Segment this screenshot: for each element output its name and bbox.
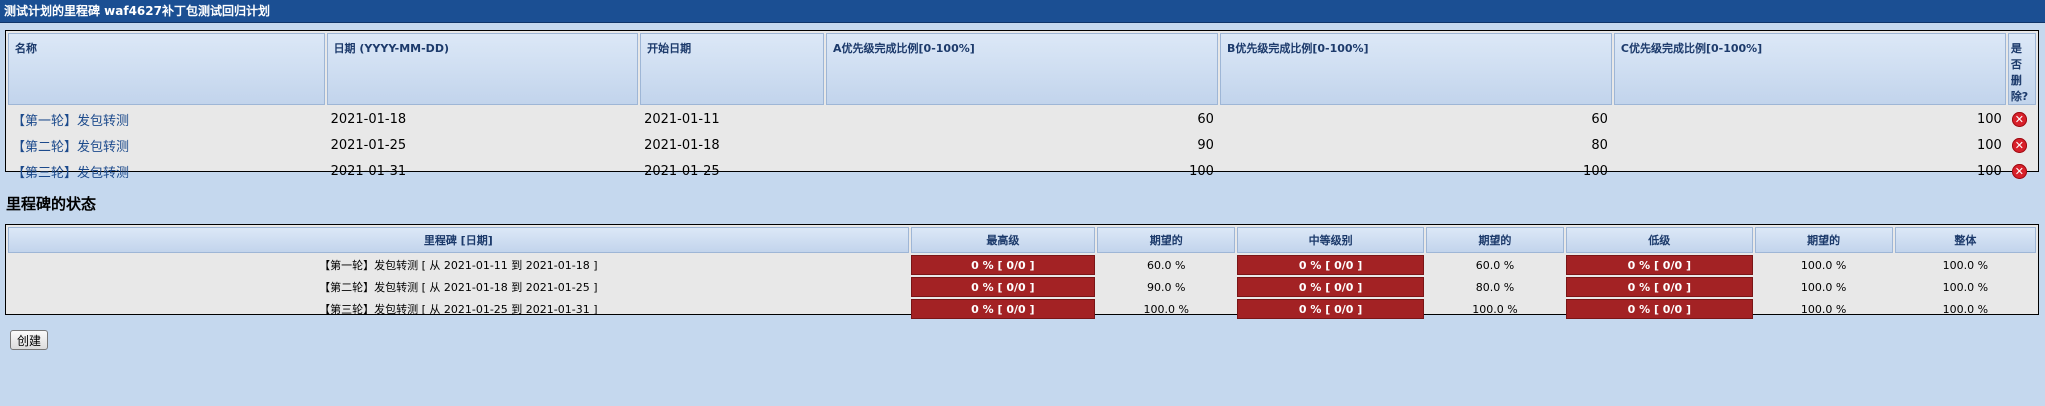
milestone-status-title: 里程碑的状态 bbox=[6, 195, 97, 213]
status-overall: 100.0 % bbox=[1942, 280, 1989, 294]
b-priority-value: 80 bbox=[1591, 137, 1608, 153]
status-highest-value: 0 % [ 0/0 ] bbox=[910, 299, 1096, 319]
status-low-value: 0 % [ 0/0 ] bbox=[1566, 255, 1753, 275]
status-low-value: 0 % [ 0/0 ] bbox=[1566, 299, 1753, 319]
milestone-link[interactable]: 【第一轮】发包转测 bbox=[12, 114, 129, 129]
status-low-value: 0 % [ 0/0 ] bbox=[1566, 277, 1753, 297]
col-medium-expected-header: 期望的 bbox=[1425, 227, 1565, 253]
col-start-date-header[interactable]: 开始日期 bbox=[640, 33, 824, 105]
status-milestone-label: 【第二轮】发包转测 [ 从 2021-01-18 到 2021-01-25 ] bbox=[319, 281, 598, 294]
col-overall-header: 整体 bbox=[1894, 227, 2036, 253]
milestone-date: 2021-01-18 bbox=[330, 111, 407, 127]
status-low-expected: 100.0 % bbox=[1800, 302, 1847, 316]
b-priority-value: 60 bbox=[1591, 111, 1608, 127]
col-highest-expected-header: 期望的 bbox=[1097, 227, 1236, 253]
delete-icon[interactable]: ✕ bbox=[2011, 111, 2027, 127]
c-priority-value: 100 bbox=[1976, 163, 2002, 179]
table-row: 【第一轮】发包转测 2021-01-18 2021-01-11 60 60 10… bbox=[8, 107, 2036, 131]
status-highest-expected: 100.0 % bbox=[1143, 302, 1189, 316]
create-button[interactable]: 创建 bbox=[10, 330, 49, 350]
status-milestone-label: 【第一轮】发包转测 [ 从 2021-01-11 到 2021-01-18 ] bbox=[319, 259, 598, 272]
col-medium-header: 中等级别 bbox=[1237, 227, 1424, 253]
milestone-date: 2021-01-31 bbox=[330, 163, 407, 179]
milestone-link[interactable]: 【第三轮】发包转测 bbox=[12, 166, 129, 181]
status-low-expected: 100.0 % bbox=[1800, 258, 1847, 272]
col-c-priority-header[interactable]: C优先级完成比例[0-100%] bbox=[1613, 33, 2006, 105]
milestone-start-date: 2021-01-11 bbox=[644, 111, 720, 127]
milestone-link[interactable]: 【第二轮】发包转测 bbox=[12, 140, 129, 155]
status-medium-value: 0 % [ 0/0 ] bbox=[1237, 299, 1424, 319]
milestones-table-container: 名称 日期 (YYYY-MM-DD) 开始日期 A优先级完成比例[0-100%]… bbox=[5, 30, 2039, 181]
col-name-header[interactable]: 名称 bbox=[8, 33, 325, 105]
table-row: 【第三轮】发包转测 [ 从 2021-01-25 到 2021-01-31 ] … bbox=[8, 299, 2036, 319]
status-overall: 100.0 % bbox=[1942, 258, 1989, 272]
table-row: 【第一轮】发包转测 [ 从 2021-01-11 到 2021-01-18 ] … bbox=[8, 255, 2036, 275]
status-highest-value: 0 % [ 0/0 ] bbox=[910, 255, 1096, 275]
col-b-priority-header[interactable]: B优先级完成比例[0-100%] bbox=[1219, 33, 1612, 105]
milestone-start-date: 2021-01-25 bbox=[644, 163, 720, 179]
table-row: 【第二轮】发包转测 2021-01-25 2021-01-18 90 80 10… bbox=[8, 133, 2036, 157]
a-priority-value: 60 bbox=[1197, 111, 1214, 127]
delete-icon[interactable]: ✕ bbox=[2011, 163, 2027, 179]
milestone-date: 2021-01-25 bbox=[330, 137, 407, 153]
status-header-row: 里程碑 [日期] 最高级 期望的 中等级别 期望的 低级 期望的 整体 bbox=[8, 227, 2036, 253]
milestone-start-date: 2021-01-18 bbox=[644, 137, 720, 153]
status-medium-expected: 60.0 % bbox=[1475, 258, 1515, 272]
table-row: 【第三轮】发包转测 2021-01-31 2021-01-25 100 100 … bbox=[8, 159, 2036, 183]
a-priority-value: 100 bbox=[1189, 163, 1214, 179]
status-milestone-label: 【第三轮】发包转测 [ 从 2021-01-25 到 2021-01-31 ] bbox=[319, 303, 598, 316]
col-low-expected-header: 期望的 bbox=[1754, 227, 1893, 253]
col-milestone-header: 里程碑 [日期] bbox=[8, 227, 909, 253]
status-medium-value: 0 % [ 0/0 ] bbox=[1237, 277, 1424, 297]
col-a-priority-header[interactable]: A优先级完成比例[0-100%] bbox=[826, 33, 1218, 105]
c-priority-value: 100 bbox=[1976, 111, 2002, 127]
col-date-header[interactable]: 日期 (YYYY-MM-DD) bbox=[326, 33, 639, 105]
status-medium-value: 0 % [ 0/0 ] bbox=[1237, 255, 1424, 275]
col-delete-header: 是否删除? bbox=[2007, 33, 2036, 105]
status-highest-expected: 60.0 % bbox=[1146, 258, 1186, 272]
delete-icon[interactable]: ✕ bbox=[2011, 137, 2027, 153]
status-highest-expected: 90.0 % bbox=[1146, 280, 1186, 294]
milestones-header-row: 名称 日期 (YYYY-MM-DD) 开始日期 A优先级完成比例[0-100%]… bbox=[8, 33, 2036, 105]
milestones-table: 名称 日期 (YYYY-MM-DD) 开始日期 A优先级完成比例[0-100%]… bbox=[6, 31, 2038, 185]
status-table: 里程碑 [日期] 最高级 期望的 中等级别 期望的 低级 期望的 整体 【第一轮… bbox=[6, 225, 2038, 321]
c-priority-value: 100 bbox=[1976, 137, 2002, 153]
status-overall: 100.0 % bbox=[1942, 302, 1989, 316]
table-row: 【第二轮】发包转测 [ 从 2021-01-18 到 2021-01-25 ] … bbox=[8, 277, 2036, 297]
b-priority-value: 100 bbox=[1583, 163, 1608, 179]
status-low-expected: 100.0 % bbox=[1800, 280, 1847, 294]
col-low-header: 低级 bbox=[1566, 227, 1753, 253]
col-highest-header: 最高级 bbox=[910, 227, 1096, 253]
status-medium-expected: 100.0 % bbox=[1472, 302, 1518, 316]
status-table-container: 里程碑 [日期] 最高级 期望的 中等级别 期望的 低级 期望的 整体 【第一轮… bbox=[5, 224, 2039, 319]
status-highest-value: 0 % [ 0/0 ] bbox=[910, 277, 1096, 297]
status-medium-expected: 80.0 % bbox=[1475, 280, 1515, 294]
page-title: 测试计划的里程碑 waf4627补丁包测试回归计划 bbox=[0, 0, 2045, 23]
a-priority-value: 90 bbox=[1197, 137, 1214, 153]
